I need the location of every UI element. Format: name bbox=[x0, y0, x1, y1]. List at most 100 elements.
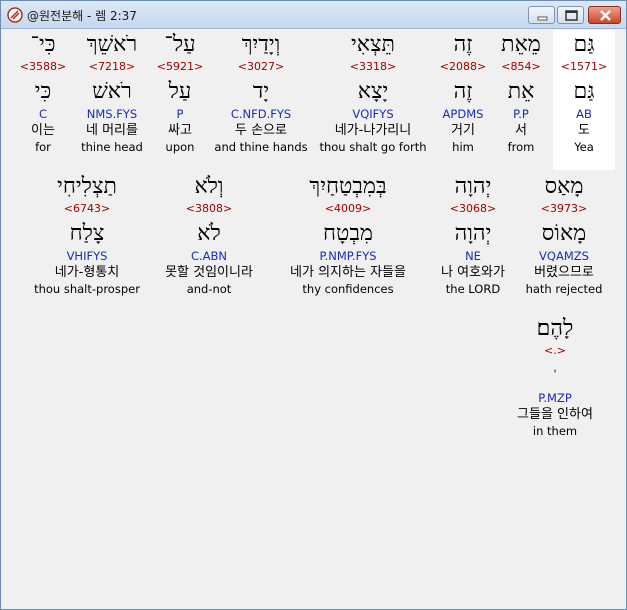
korean-gloss: 네가 의지하는 자들을 bbox=[290, 265, 406, 280]
strongs-number: <854> bbox=[501, 60, 541, 73]
hebrew-word: זֶה bbox=[453, 32, 473, 57]
korean-gloss: 나 여호와가 bbox=[441, 265, 505, 280]
strongs-number: <4009> bbox=[324, 202, 372, 215]
hebrew-root: מָאוֹס bbox=[541, 221, 587, 246]
parsing-code: C.NFD.FYS bbox=[230, 107, 292, 121]
parsing-code: C.ABN bbox=[190, 249, 228, 263]
word-column[interactable]: מָאַס <3973> מָאוֹס VQAMZS 버렸으므로 hath re… bbox=[521, 172, 607, 297]
word-column[interactable]: יְהוָה <3068> יְהוָה NE 나 여호와가 the LORD bbox=[429, 172, 517, 297]
english-gloss: Yea bbox=[574, 140, 594, 154]
korean-gloss: 버렸으므로 bbox=[534, 265, 594, 280]
restore-icon bbox=[565, 10, 578, 21]
hebrew-word: בְּמִבְטַחַיִךְ bbox=[309, 174, 387, 199]
hebrew-root: מִבְטָח bbox=[323, 221, 373, 246]
strongs-number: <3318> bbox=[349, 60, 397, 73]
hebrew-root: יְהוָה bbox=[454, 221, 492, 246]
strongs-number: <3068> bbox=[449, 202, 497, 215]
english-gloss: from bbox=[507, 140, 535, 154]
word-column[interactable]: כִּי־ <3588> כִּי C 이는 for bbox=[15, 30, 71, 155]
hebrew-word: וְלֹא bbox=[194, 174, 224, 199]
word-column[interactable]: זֶה <2088> זֶה APDMS 거기 him bbox=[433, 30, 493, 155]
word-column[interactable]: תֵּצְאִי <3318> יָצָא VQIFYS 네가-나가리니 tho… bbox=[315, 30, 431, 155]
korean-gloss: 거기 bbox=[451, 123, 475, 138]
english-gloss: thou shalt-prosper bbox=[34, 282, 140, 296]
word-column[interactable]: וְלֹא <3808> לֹא C.ABN 못할 것임이니라 and-not bbox=[151, 172, 267, 297]
app-logo-icon bbox=[7, 7, 23, 23]
hebrew-word: מָאַס bbox=[544, 174, 584, 199]
minimize-button[interactable] bbox=[528, 6, 555, 24]
hebrew-word: מֵאֵת bbox=[501, 32, 541, 57]
hebrew-root: כִּי bbox=[34, 79, 52, 104]
strongs-number: <3588> bbox=[19, 60, 67, 73]
title-bar[interactable]: @원전분해 - 렘 2:37 bbox=[1, 1, 626, 29]
english-gloss: upon bbox=[165, 140, 195, 154]
english-gloss: and thine hands bbox=[214, 140, 308, 154]
korean-gloss: 이는 bbox=[31, 123, 55, 138]
hebrew-word: תַצְלִיחִי bbox=[57, 174, 117, 199]
close-icon bbox=[600, 10, 611, 21]
hebrew-root: ˈ bbox=[553, 368, 557, 382]
word-column[interactable]: תַצְלִיחִי <6743> צָלַח VHIFYS 네가-형통치 th… bbox=[27, 172, 147, 297]
korean-gloss: 서 bbox=[515, 123, 527, 138]
parsing-code: VHIFYS bbox=[66, 249, 108, 263]
english-gloss: in them bbox=[532, 424, 578, 438]
parsing-code: P.MZP bbox=[538, 391, 572, 405]
korean-gloss: 싸고 bbox=[168, 123, 192, 138]
hebrew-word: תֵּצְאִי bbox=[351, 32, 395, 57]
strongs-number: <3027> bbox=[237, 60, 285, 73]
hebrew-root: אֵת bbox=[507, 79, 535, 104]
english-gloss: hath rejected bbox=[525, 282, 603, 296]
parsing-code: P.P bbox=[513, 107, 529, 121]
parsing-code: VQIFYS bbox=[352, 107, 394, 121]
hebrew-word: עַל־ bbox=[164, 32, 196, 57]
english-gloss: for bbox=[35, 140, 51, 154]
english-gloss: the LORD bbox=[445, 282, 501, 296]
korean-gloss: 두 손으로 bbox=[235, 123, 287, 138]
word-column[interactable]: מֵאֵת <854> אֵת P.P 서 from bbox=[495, 30, 547, 155]
hebrew-word: כִּי־ bbox=[30, 32, 56, 57]
close-button[interactable] bbox=[588, 6, 621, 24]
parsing-code: VQAMZS bbox=[539, 249, 589, 263]
word-column[interactable]: רֹאשֵׁךְ <7218> רֹאשׁ NMS.FYS 네 머리를 thin… bbox=[75, 30, 149, 155]
parsing-code: C bbox=[38, 107, 48, 121]
parsing-code: P bbox=[176, 107, 184, 121]
hebrew-word: וְיָדַיִךְ bbox=[241, 32, 281, 57]
korean-gloss: 도 bbox=[578, 123, 590, 138]
word-column[interactable]: וְיָדַיִךְ <3027> יָד C.NFD.FYS 두 손으로 an… bbox=[209, 30, 313, 155]
interlinear-panel: גַּם <1571> גַּם AB 도 Yea מֵאֵת <854> אֵ… bbox=[5, 30, 622, 605]
hebrew-root: עַל bbox=[168, 79, 192, 104]
word-column[interactable]: בְּמִבְטַחַיִךְ <4009> מִבְטָח P.NMP.FYS… bbox=[273, 172, 423, 297]
hebrew-root: יָצָא bbox=[357, 79, 389, 104]
strongs-number: <7218> bbox=[88, 60, 136, 73]
hebrew-word: רֹאשֵׁךְ bbox=[86, 32, 138, 57]
korean-gloss: 못할 것임이니라 bbox=[165, 265, 253, 280]
app-window: @원전분해 - 렘 2:37 גַּם <1571> גַּם AB 도 Yea… bbox=[0, 0, 627, 610]
word-column[interactable]: עַל־ <5921> עַל P 싸고 upon bbox=[153, 30, 207, 155]
hebrew-root: גַּם bbox=[573, 79, 595, 104]
strongs-number: <3808> bbox=[185, 202, 233, 215]
english-gloss: and-not bbox=[186, 282, 232, 296]
korean-gloss: 네가-형통치 bbox=[54, 265, 120, 280]
korean-gloss: 그들을 인하여 bbox=[517, 407, 593, 422]
strongs-number: <1571> bbox=[560, 60, 608, 73]
korean-gloss: 네 머리를 bbox=[86, 123, 138, 138]
hebrew-word: גַּם bbox=[573, 32, 595, 57]
english-gloss: thine head bbox=[81, 140, 143, 154]
english-gloss: thou shalt go forth bbox=[319, 140, 427, 154]
window-title: @원전분해 - 렘 2:37 bbox=[27, 9, 137, 23]
hebrew-word: יְהוָה bbox=[454, 174, 492, 199]
parsing-code: NMS.FYS bbox=[86, 107, 138, 121]
hebrew-root: רֹאשׁ bbox=[92, 79, 132, 104]
parsing-code: NE bbox=[465, 249, 481, 263]
strongs-number: <6743> bbox=[63, 202, 111, 215]
hebrew-root: לֹא bbox=[197, 221, 221, 246]
maximize-button[interactable] bbox=[557, 6, 584, 24]
strongs-number: <2088> bbox=[439, 60, 487, 73]
minimize-icon bbox=[537, 16, 548, 21]
hebrew-root: זֶה bbox=[453, 79, 473, 104]
english-gloss: him bbox=[452, 140, 474, 154]
hebrew-root: צָלַח bbox=[69, 221, 105, 246]
parsing-code: AB bbox=[576, 107, 592, 121]
word-column[interactable]: גַּם <1571> גַּם AB 도 Yea bbox=[553, 30, 615, 170]
word-column[interactable]: לָהֶם׃ <.> ˈ P.MZP 그들을 인하여 in them bbox=[503, 314, 607, 439]
